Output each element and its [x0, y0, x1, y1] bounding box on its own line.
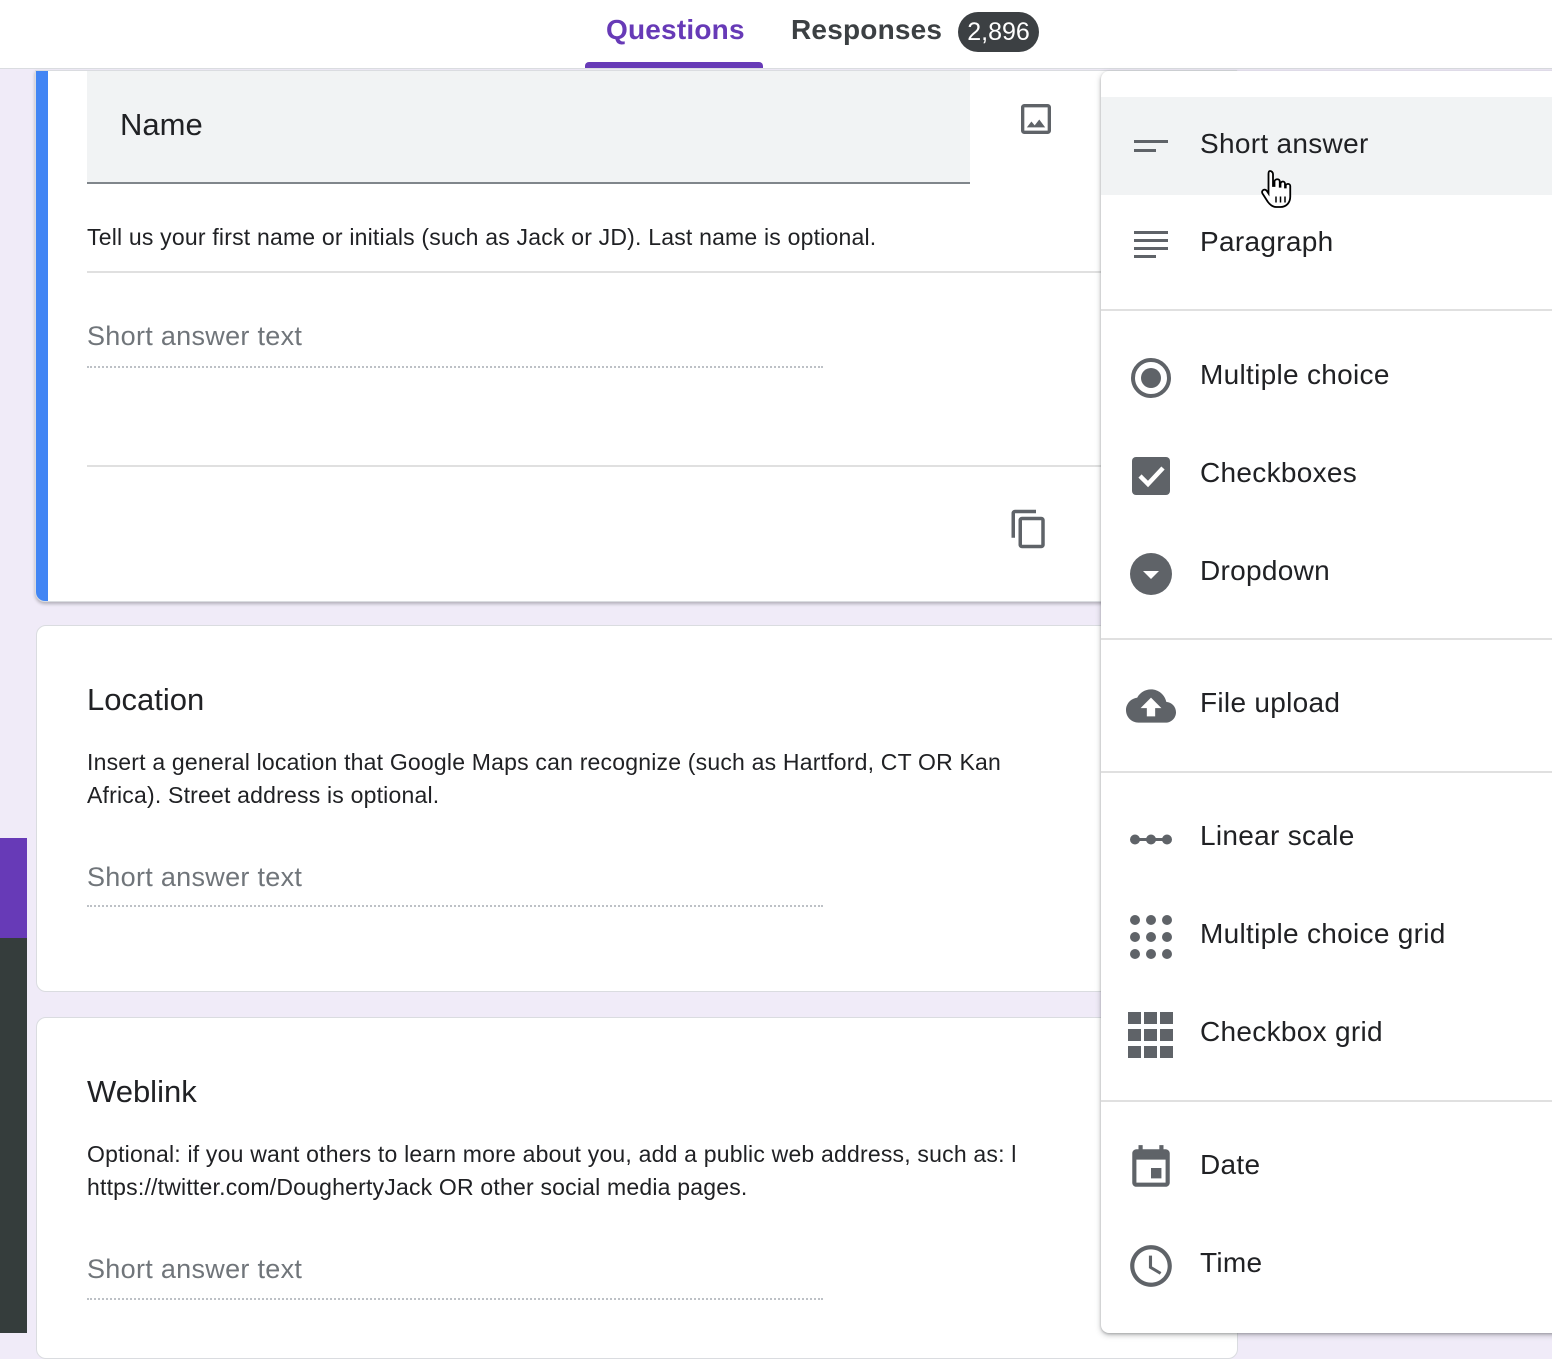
clock-icon [1126, 1241, 1176, 1291]
linear-scale-icon [1126, 814, 1176, 864]
menu-item-short-answer[interactable]: Short answer [1101, 97, 1552, 195]
question-description-line[interactable]: Insert a general location that Google Ma… [87, 746, 1001, 779]
menu-item-multiple-choice[interactable]: Multiple choice [1101, 328, 1552, 426]
question-card-name[interactable]: Name Tell us your first name or initials… [35, 70, 1237, 602]
tab-active-indicator [585, 62, 763, 68]
menu-item-checkbox-grid[interactable]: Checkbox grid [1101, 985, 1552, 1083]
menu-item-label: Checkbox grid [1200, 1016, 1383, 1047]
menu-item-label: Multiple choice grid [1200, 918, 1446, 949]
divider [87, 465, 1236, 467]
question-title[interactable]: Weblink [87, 1074, 197, 1110]
checkbox-icon [1126, 451, 1176, 501]
question-title[interactable]: Location [87, 682, 204, 718]
cloud-upload-icon [1126, 681, 1176, 731]
responses-count-badge: 2,896 [958, 12, 1039, 52]
radio-button-icon [1126, 353, 1176, 403]
menu-item-label: Checkboxes [1200, 457, 1358, 488]
menu-divider [1101, 638, 1552, 640]
divider [87, 271, 1236, 273]
menu-item-time[interactable]: Time [1101, 1216, 1552, 1314]
answer-underline [87, 905, 823, 907]
question-description-line[interactable]: Africa). Street address is optional. [87, 779, 439, 812]
short-answer-placeholder: Short answer text [87, 862, 303, 892]
dot-grid-icon [1126, 912, 1176, 962]
square-grid-icon [1126, 1010, 1176, 1060]
duplicate-icon[interactable] [1008, 505, 1050, 558]
short-answer-icon [1126, 122, 1176, 172]
menu-item-date[interactable]: Date [1101, 1118, 1552, 1216]
tab-responses[interactable]: Responses [791, 14, 942, 46]
menu-item-label: Time [1200, 1247, 1263, 1278]
question-title-field[interactable]: Name [87, 71, 970, 184]
menu-item-file-upload[interactable]: File upload [1101, 656, 1552, 754]
menu-divider [1101, 771, 1552, 773]
question-description-line[interactable]: Optional: if you want others to learn mo… [87, 1138, 1017, 1171]
top-tab-bar: Questions Responses 2,896 [0, 0, 1552, 69]
tab-questions[interactable]: Questions [606, 14, 745, 46]
menu-item-label: Dropdown [1200, 555, 1331, 586]
menu-divider [1101, 309, 1552, 311]
dropdown-icon [1126, 549, 1176, 599]
side-panel [0, 938, 27, 1333]
answer-underline [87, 1298, 823, 1300]
question-card-location[interactable]: Location Insert a general location that … [36, 625, 1238, 992]
side-panel-accent [0, 838, 27, 938]
hand-cursor-icon [1258, 168, 1294, 215]
calendar-icon [1126, 1143, 1176, 1193]
menu-item-label: Date [1200, 1149, 1261, 1180]
question-card-weblink[interactable]: Weblink Optional: if you want others to … [36, 1017, 1238, 1359]
question-title[interactable]: Name [120, 107, 203, 143]
menu-item-checkboxes[interactable]: Checkboxes [1101, 426, 1552, 524]
menu-divider [1101, 1100, 1552, 1102]
question-type-menu: Short answer Paragraph Multiple choice C… [1101, 71, 1552, 1333]
menu-item-dropdown[interactable]: Dropdown [1101, 524, 1552, 622]
menu-item-label: Linear scale [1200, 820, 1355, 851]
add-image-icon[interactable] [1016, 99, 1056, 144]
menu-item-linear-scale[interactable]: Linear scale [1101, 789, 1552, 887]
short-answer-placeholder: Short answer text [87, 321, 303, 351]
short-answer-placeholder: Short answer text [87, 1254, 303, 1284]
menu-item-label: File upload [1200, 687, 1341, 718]
question-description[interactable]: Tell us your first name or initials (suc… [87, 224, 876, 251]
menu-item-label: Multiple choice [1200, 359, 1390, 390]
paragraph-icon [1126, 220, 1176, 270]
menu-item-multiple-choice-grid[interactable]: Multiple choice grid [1101, 887, 1552, 985]
active-card-indicator [36, 71, 48, 601]
menu-item-label: Short answer [1200, 128, 1369, 159]
menu-item-label: Paragraph [1200, 226, 1334, 257]
menu-item-paragraph[interactable]: Paragraph [1101, 195, 1552, 293]
answer-underline [87, 366, 823, 368]
question-description-line[interactable]: https://twitter.com/DoughertyJack OR oth… [87, 1171, 748, 1204]
